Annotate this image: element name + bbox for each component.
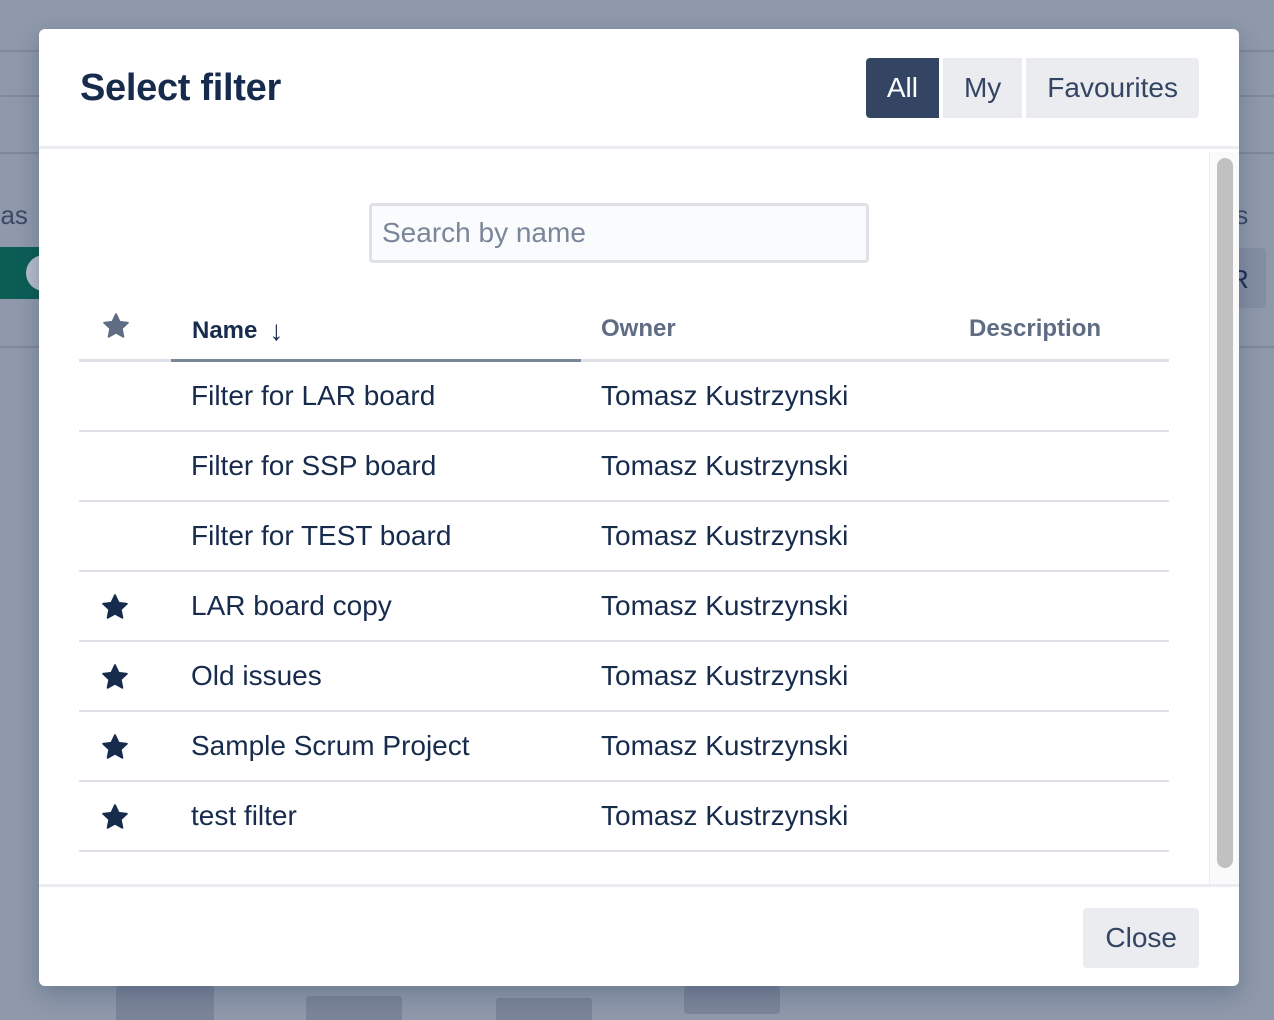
sort-descending-icon: ↓ [269, 315, 284, 346]
filter-owner: Tomasz Kustrzynski [601, 520, 849, 551]
background-block [116, 986, 214, 1020]
filter-name[interactable]: test filter [191, 800, 297, 832]
star-filled-icon [102, 734, 128, 759]
table-header: Name ↓ Owner Description [79, 295, 1169, 362]
filter-owner: Tomasz Kustrzynski [601, 590, 849, 621]
filter-owner: Tomasz Kustrzynski [601, 660, 849, 691]
name-column-header[interactable]: Name ↓ [192, 315, 283, 347]
background-label: bas [0, 200, 28, 230]
favourite-toggle[interactable] [100, 662, 130, 692]
filters-table: Name ↓ Owner Description Filter for LAR b… [79, 295, 1169, 852]
table-row[interactable]: Sample Scrum Project Tomasz Kustrzynski [79, 712, 1169, 782]
scrollbar-thumb[interactable] [1217, 158, 1233, 868]
filter-scope-toggle: All My Favourites [865, 58, 1199, 118]
dialog-header: Select filter All My Favourites [39, 29, 1239, 149]
filter-name[interactable]: Filter for SSP board [191, 450, 436, 482]
scope-all-button[interactable]: All [865, 58, 939, 118]
filter-owner: Tomasz Kustrzynski [601, 380, 849, 411]
owner-column-header[interactable]: Owner [601, 315, 676, 343]
description-column-header[interactable]: Description [969, 315, 1101, 343]
star-filled-icon [102, 664, 128, 689]
filter-name[interactable]: Sample Scrum Project [191, 730, 470, 762]
table-row[interactable]: Old issues Tomasz Kustrzynski [79, 642, 1169, 712]
table-row[interactable]: Filter for LAR board Tomasz Kustrzynski [79, 362, 1169, 432]
background-block [306, 996, 402, 1020]
filter-name[interactable]: Filter for TEST board [191, 520, 451, 552]
select-filter-dialog: Select filter All My Favourites Name ↓ Ow… [39, 29, 1239, 986]
table-row[interactable]: LAR board copy Tomasz Kustrzynski [79, 572, 1169, 642]
background-block [684, 986, 780, 1014]
filter-name[interactable]: Filter for LAR board [191, 380, 435, 412]
name-column-label: Name [192, 317, 258, 344]
star-icon [103, 313, 129, 338]
dialog-body: Name ↓ Owner Description Filter for LAR b… [39, 152, 1239, 884]
close-button[interactable]: Close [1083, 908, 1199, 968]
favourite-toggle[interactable] [100, 592, 130, 622]
dialog-footer: Close [39, 884, 1239, 986]
filter-name[interactable]: Old issues [191, 660, 322, 692]
favourite-column-header[interactable] [101, 311, 131, 341]
search-input[interactable] [369, 203, 869, 263]
favourite-toggle[interactable] [100, 732, 130, 762]
scrollbar[interactable] [1209, 152, 1239, 884]
filter-owner: Tomasz Kustrzynski [601, 730, 849, 761]
scope-my-button[interactable]: My [942, 58, 1023, 118]
filter-owner: Tomasz Kustrzynski [601, 450, 849, 481]
background-block [496, 998, 592, 1020]
star-filled-icon [102, 804, 128, 829]
star-filled-icon [102, 594, 128, 619]
table-row[interactable]: Filter for SSP board Tomasz Kustrzynski [79, 432, 1169, 502]
favourite-toggle[interactable] [100, 802, 130, 832]
table-row[interactable]: test filter Tomasz Kustrzynski [79, 782, 1169, 852]
filter-name[interactable]: LAR board copy [191, 590, 392, 622]
table-body: Filter for LAR board Tomasz Kustrzynski Fi… [79, 362, 1169, 852]
dialog-title: Select filter [80, 67, 281, 109]
table-row[interactable]: Filter for TEST board Tomasz Kustrzynski [79, 502, 1169, 572]
filter-owner: Tomasz Kustrzynski [601, 800, 849, 831]
scope-favourites-button[interactable]: Favourites [1026, 58, 1199, 118]
